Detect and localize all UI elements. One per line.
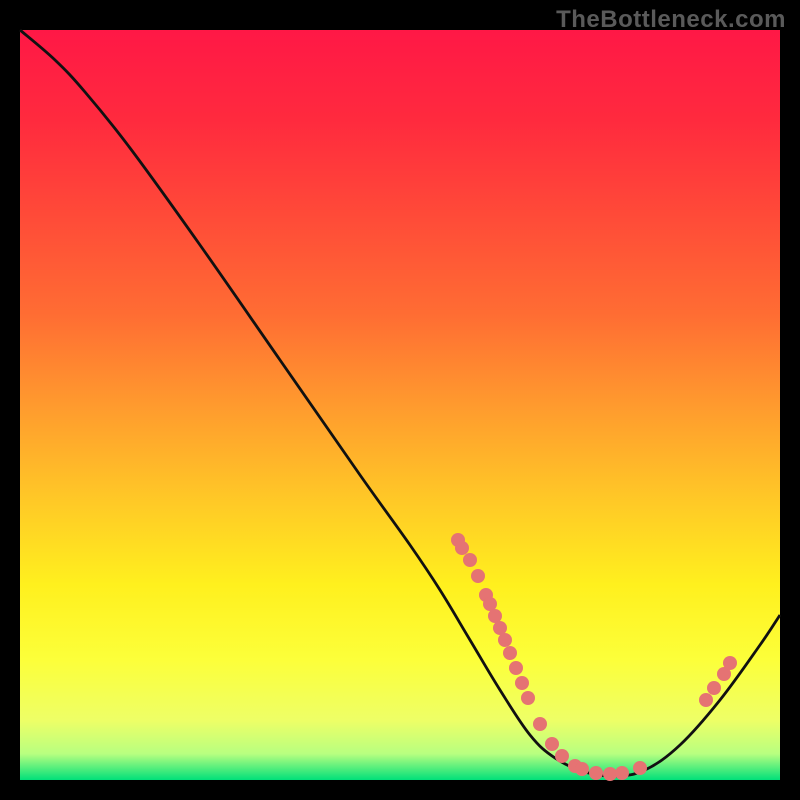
data-marker xyxy=(483,597,497,611)
chart-container: TheBottleneck.com xyxy=(0,0,800,800)
data-marker xyxy=(471,569,485,583)
data-marker xyxy=(533,717,547,731)
data-marker xyxy=(509,661,523,675)
data-marker xyxy=(575,762,589,776)
data-marker xyxy=(455,541,469,555)
data-marker xyxy=(545,737,559,751)
data-marker xyxy=(603,767,617,781)
bottleneck-chart xyxy=(0,0,800,800)
plot-background xyxy=(20,30,780,780)
data-marker xyxy=(521,691,535,705)
data-marker xyxy=(555,749,569,763)
data-marker xyxy=(503,646,517,660)
data-marker xyxy=(699,693,713,707)
data-marker xyxy=(633,761,647,775)
watermark: TheBottleneck.com xyxy=(556,6,786,34)
data-marker xyxy=(723,656,737,670)
data-marker xyxy=(493,621,507,635)
data-marker xyxy=(463,553,477,567)
data-marker xyxy=(488,609,502,623)
data-marker xyxy=(707,681,721,695)
data-marker xyxy=(498,633,512,647)
data-marker xyxy=(615,766,629,780)
data-marker xyxy=(515,676,529,690)
data-marker xyxy=(589,766,603,780)
